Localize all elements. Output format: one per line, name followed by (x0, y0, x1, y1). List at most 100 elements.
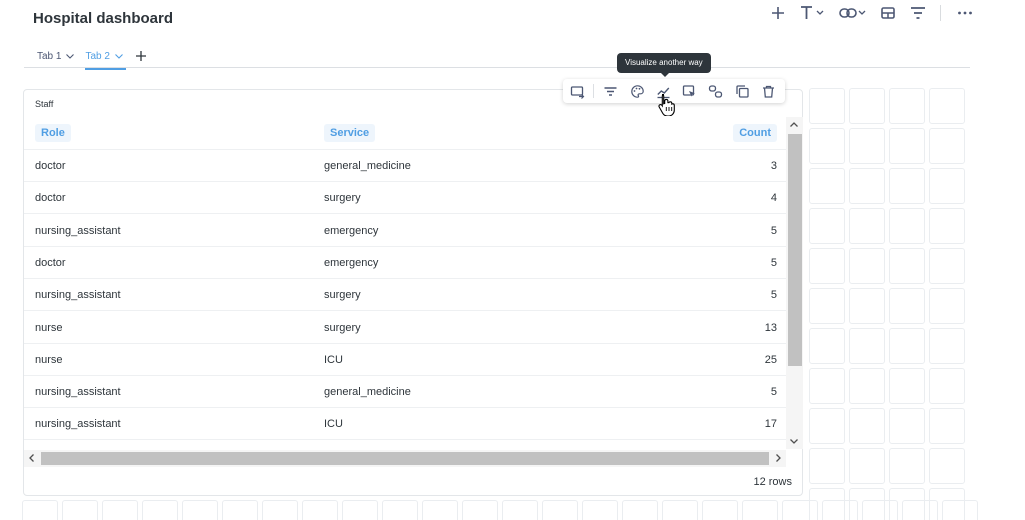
tab-1[interactable]: Tab 1 (37, 44, 75, 68)
tab-label: Tab 1 (37, 50, 62, 62)
grid-cell (849, 288, 885, 324)
cell-service: surgery (324, 289, 361, 302)
cell-role: nurse (35, 321, 63, 334)
dashboard-grid-bottom (22, 500, 978, 520)
grid-cell (849, 128, 885, 164)
palette-icon[interactable] (627, 81, 646, 101)
grid-cell (809, 408, 845, 444)
dashboard-toolbar (758, 4, 975, 22)
grid-cell (702, 500, 738, 520)
grid-cell (809, 368, 845, 404)
table-row[interactable]: nursing_assistant ICU 17 (24, 408, 786, 441)
cell-role: nursing_assistant (35, 418, 121, 431)
scroll-left-icon[interactable] (27, 453, 37, 463)
tab-label: Tab 2 (85, 50, 110, 62)
cell-count: 5 (770, 386, 777, 399)
cell-service: general_medicine (324, 386, 411, 399)
horizontal-scrollbar[interactable] (24, 450, 786, 467)
cell-service: ICU (324, 418, 343, 431)
table-header: Role Service Count (24, 120, 786, 150)
table-row[interactable]: doctor surgery 4 (24, 182, 786, 215)
column-header-count[interactable]: Count (733, 124, 777, 142)
more-icon[interactable] (955, 4, 975, 22)
scroll-down-icon[interactable] (789, 436, 799, 446)
text-icon[interactable] (798, 4, 828, 22)
grid-cell (182, 500, 218, 520)
grid-cell (929, 208, 965, 244)
table-row[interactable]: doctor emergency 5 (24, 247, 786, 279)
tab-2[interactable]: Tab 2 (85, 44, 127, 70)
tab-bar: Tab 1 Tab 2 (37, 44, 148, 70)
chevron-down-icon[interactable] (65, 51, 75, 61)
grid-cell (809, 208, 845, 244)
cell-count: 13 (764, 321, 777, 334)
column-header-role[interactable]: Role (35, 124, 71, 142)
cell-count: 5 (770, 224, 777, 237)
row-count: 12 rows (753, 476, 792, 488)
add-tab-icon[interactable] (134, 49, 148, 63)
link-icon[interactable] (838, 4, 868, 22)
chevron-down-icon[interactable] (114, 51, 124, 61)
grid-cell (742, 500, 778, 520)
staff-table-card[interactable]: Staff Role Service Count doctor general_m… (23, 89, 803, 496)
cell-role: doctor (35, 256, 66, 269)
grid-cell (849, 408, 885, 444)
vertical-scrollbar[interactable] (786, 117, 803, 449)
grid-cell (889, 248, 925, 284)
add-icon[interactable] (768, 4, 788, 22)
filter-icon[interactable] (908, 4, 928, 22)
table-row[interactable]: nursing_assistant general_medicine 5 (24, 376, 786, 409)
header-divider (24, 67, 970, 68)
grid-cell (929, 288, 965, 324)
grid-cell (929, 408, 965, 444)
grid-cell (262, 500, 298, 520)
grid-cell (849, 328, 885, 364)
grid-cell (342, 500, 378, 520)
cell-service: emergency (324, 224, 379, 237)
cell-count: 4 (770, 192, 777, 205)
grid-cell (889, 408, 925, 444)
grid-cell (142, 500, 178, 520)
scroll-up-icon[interactable] (789, 120, 799, 130)
grid-cell (929, 248, 965, 284)
replace-icon[interactable] (568, 81, 587, 101)
link-icon[interactable] (706, 81, 725, 101)
vertical-scroll-thumb[interactable] (788, 134, 802, 366)
grid-cell (929, 168, 965, 204)
scroll-right-icon[interactable] (773, 453, 783, 463)
grid-cell (102, 500, 138, 520)
grid-cell (62, 500, 98, 520)
grid-cell (929, 448, 965, 484)
table-row[interactable]: nursing_assistant emergency 5 (24, 215, 786, 247)
section-icon[interactable] (878, 4, 898, 22)
cell-service: general_medicine (324, 160, 411, 172)
table-row[interactable]: nursing_assistant surgery 5 (24, 279, 786, 312)
grid-cell (462, 500, 498, 520)
cell-service: emergency (324, 256, 379, 269)
grid-cell (849, 88, 885, 124)
grid-cell (862, 500, 898, 520)
cell-role: nursing_assistant (35, 289, 121, 302)
grid-cell (809, 248, 845, 284)
grid-cell (889, 328, 925, 364)
table-row[interactable]: doctor general_medicine 3 (24, 150, 786, 182)
column-header-service[interactable]: Service (324, 124, 376, 142)
grid-cell (782, 500, 818, 520)
cell-service: ICU (324, 353, 343, 366)
horizontal-scroll-thumb[interactable] (41, 452, 769, 465)
filter-icon[interactable] (601, 81, 620, 101)
duplicate-icon[interactable] (732, 81, 751, 101)
grid-cell (302, 500, 338, 520)
grid-cell (382, 500, 418, 520)
grid-cell (849, 208, 885, 244)
grid-cell (809, 288, 845, 324)
click-behavior-icon[interactable] (680, 81, 699, 101)
trash-icon[interactable] (759, 81, 778, 101)
grid-cell (809, 328, 845, 364)
table-row[interactable]: nurse ICU 25 (24, 344, 786, 376)
grid-cell (929, 368, 965, 404)
cell-role: nurse (35, 353, 63, 366)
grid-cell (22, 500, 58, 520)
grid-cell (889, 88, 925, 124)
table-row[interactable]: nurse surgery 13 (24, 312, 786, 344)
